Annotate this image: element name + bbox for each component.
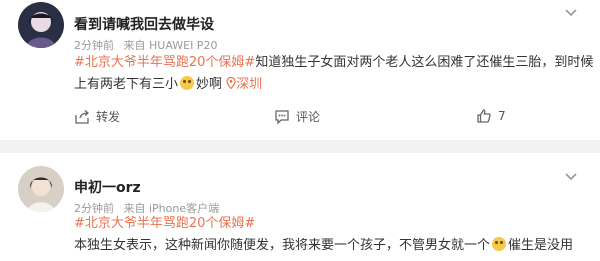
post-content: #北京大爷半年骂跑20个保姆# 本独生女表示，这种新闻你随便发，我将来要一个孩子… — [74, 213, 594, 257]
hashtag-link[interactable]: #北京大爷半年骂跑20个保姆# — [74, 55, 255, 70]
weibo-post: 看到请喊我回去做毕设 2分钟前 来自 HUAWEI P20 #北京大爷半年骂跑2… — [0, 0, 600, 140]
like-count: 7 — [498, 109, 506, 123]
repost-label: 转发 — [96, 110, 121, 124]
post-text: 本独生女表示，这种新闻你随便发，我将来要一个孩子，不管男女就一个 — [74, 238, 491, 253]
post-source: 来自 HUAWEI P20 — [123, 39, 218, 52]
grin-emoji-icon — [492, 237, 507, 251]
comment-button[interactable]: 评论 — [274, 108, 320, 125]
comment-label: 评论 — [296, 110, 321, 124]
post-content: #北京大爷半年骂跑20个保姆#知道独生子女面对两个老人这么困难了还催生三胎，到时… — [74, 52, 594, 96]
chevron-down-icon[interactable] — [564, 170, 578, 184]
smile-emoji-icon — [180, 76, 195, 90]
share-icon — [75, 109, 90, 124]
post-time: 2分钟前 — [74, 39, 114, 52]
thumbs-up-icon — [477, 109, 491, 123]
comment-icon — [275, 109, 289, 125]
post-divider — [0, 140, 600, 153]
like-button[interactable]: 7 — [476, 108, 506, 124]
location-label: 深圳 — [236, 77, 263, 92]
location-link[interactable]: 深圳 — [226, 76, 263, 92]
action-bar: 转发 评论 7 — [0, 104, 600, 132]
chevron-down-icon[interactable] — [564, 6, 578, 20]
hashtag-link[interactable]: #北京大爷半年骂跑20个保姆# — [74, 213, 594, 235]
repost-button[interactable]: 转发 — [74, 108, 120, 125]
username[interactable]: 看到请喊我回去做毕设 — [74, 14, 214, 34]
avatar[interactable] — [18, 166, 64, 212]
post-text-line: 本独生女表示，这种新闻你随便发，我将来要一个孩子，不管男女就一个 催生是没用 — [74, 235, 594, 257]
post-text-end: 催生是没用 — [508, 238, 574, 253]
location-pin-icon — [226, 76, 236, 90]
post-meta: 2分钟前 来自 HUAWEI P20 — [74, 37, 223, 53]
post-text-end: 妙啊 — [196, 77, 223, 92]
username[interactable]: 申初一orz — [74, 177, 141, 197]
avatar[interactable] — [18, 2, 64, 48]
